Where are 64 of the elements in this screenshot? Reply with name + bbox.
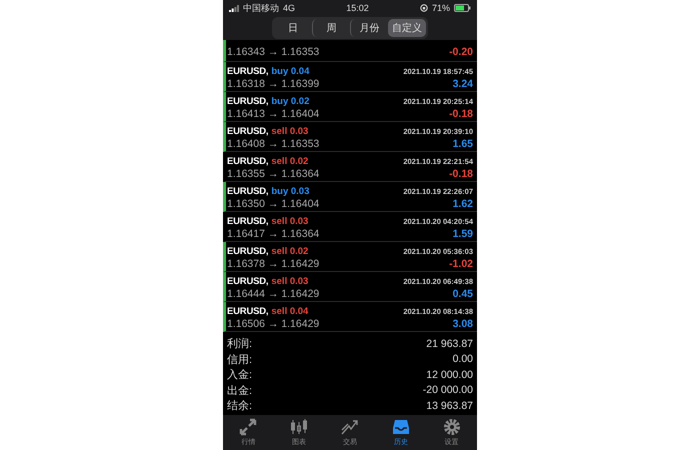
lock-rotation-icon [420, 4, 428, 12]
summary-label: 出金: [227, 384, 252, 398]
profit-value: 0.45 [452, 288, 473, 300]
trend-icon [340, 418, 359, 436]
price-range: 1.16506 → 1.16429 [227, 318, 320, 330]
summary-value: 21 963.87 [426, 338, 473, 350]
summary-value: 12 000.00 [426, 368, 473, 381]
summary-value: -20 000.00 [422, 384, 473, 396]
symbol-label: EURUSD, [227, 276, 268, 286]
profit-value: 3.24 [452, 78, 473, 90]
profit-value: 1.62 [452, 198, 473, 210]
summary-label: 结余: [227, 399, 252, 414]
price-range: 1.16417 → 1.16364 [227, 228, 320, 240]
symbol-label: EURUSD, [227, 186, 268, 196]
profit-value: -0.18 [449, 108, 473, 120]
inbox-icon [392, 418, 410, 436]
deal-row[interactable]: 1.16343 → 1.16353 -0.20 [223, 40, 477, 62]
signal-icon [229, 4, 239, 12]
price-range: 1.16355 → 1.16364 [227, 168, 320, 180]
period-tab[interactable]: 自定义 [388, 19, 426, 37]
summary-value: 13 963.87 [426, 400, 473, 412]
clock-time: 15:02 [346, 3, 369, 13]
profit-value: 1.65 [452, 138, 473, 150]
price-range: 1.16378 → 1.16429 [227, 258, 320, 270]
trade-volume: buy 0.02 [271, 96, 310, 106]
profit-value: 3.08 [452, 318, 473, 330]
symbol-label: EURUSD, [227, 126, 268, 136]
price-range: 1.16350 → 1.16404 [227, 198, 320, 210]
price-range: 1.16408 → 1.16353 [227, 138, 320, 150]
price-range: 1.16318 → 1.16399 [227, 78, 320, 90]
price-range: 1.16444 → 1.16429 [227, 288, 320, 300]
symbol-label: EURUSD, [227, 96, 268, 106]
symbol-label: EURUSD, [227, 66, 268, 76]
battery-percent: 71% [432, 3, 450, 13]
trade-volume: buy 0.03 [271, 186, 310, 196]
trade-volume: buy 0.04 [271, 66, 310, 76]
symbol-label: EURUSD, [227, 306, 268, 316]
settings-icon [442, 418, 461, 436]
arrows-icon [239, 418, 258, 436]
profit-value: -0.20 [449, 46, 473, 58]
summary-label: 信用: [227, 352, 252, 367]
price-range: 1.16343 → 1.16353 [227, 46, 320, 58]
profit-value: -1.02 [449, 258, 473, 270]
trade-volume: sell 0.04 [271, 306, 308, 316]
price-range: 1.16413 → 1.16404 [227, 108, 320, 120]
period-tab[interactable]: 周 [312, 19, 350, 37]
trade-volume: sell 0.03 [271, 126, 308, 136]
trade-volume: sell 0.03 [271, 216, 308, 226]
battery-icon [454, 4, 471, 12]
summary-label: 利润: [227, 337, 252, 352]
profit-value: -0.18 [449, 168, 473, 180]
candlestick-icon [290, 418, 308, 436]
symbol-label: EURUSD, [227, 156, 268, 166]
trade-volume: sell 0.02 [271, 156, 308, 166]
carrier-name: 中国移动 [243, 2, 279, 14]
summary-label: 入金: [227, 368, 252, 382]
trade-volume: sell 0.02 [271, 246, 308, 256]
summary-value: 0.00 [452, 353, 473, 366]
trade-volume: sell 0.03 [271, 276, 308, 286]
network-type: 4G [283, 3, 296, 13]
symbol-label: EURUSD, [227, 246, 268, 256]
symbol-label: EURUSD, [227, 216, 268, 226]
profit-value: 1.59 [452, 228, 473, 240]
period-tab[interactable]: 日 [274, 19, 312, 37]
